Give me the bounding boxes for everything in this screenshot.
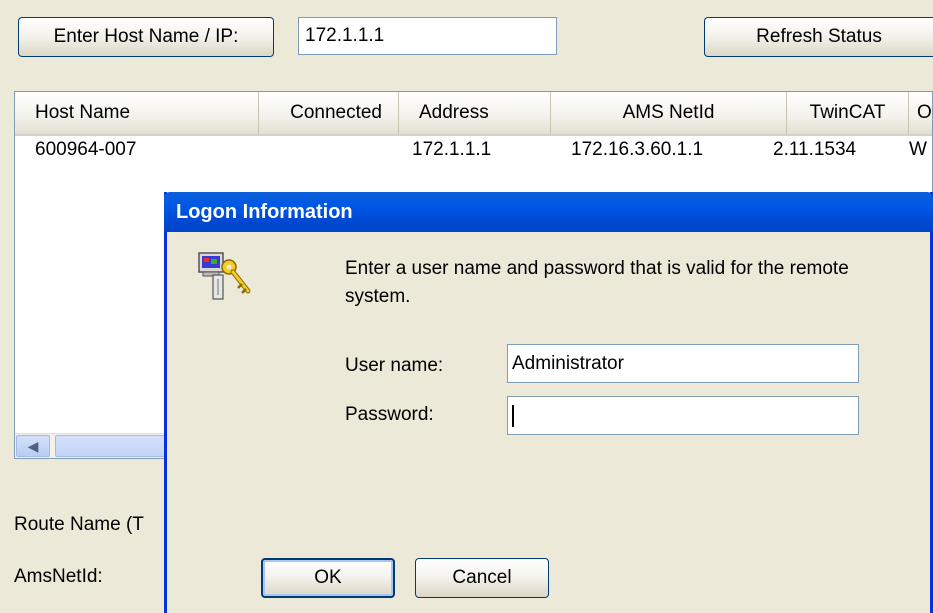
- password-input[interactable]: [507, 396, 859, 435]
- password-label: Password:: [345, 404, 434, 425]
- key-login-icon: [193, 247, 255, 305]
- username-label: User name:: [345, 355, 444, 376]
- route-name-label: Route Name (T: [14, 514, 144, 535]
- cell-ams-netid: 172.16.3.60.1.1: [571, 139, 704, 160]
- enter-host-button[interactable]: Enter Host Name / IP:: [18, 17, 274, 57]
- ok-button[interactable]: OK: [261, 558, 395, 598]
- logon-dialog: Logon Information Enter a user name and …: [164, 192, 933, 613]
- column-address[interactable]: Address: [399, 92, 551, 136]
- dialog-title: Logon Information: [164, 192, 933, 232]
- cancel-button[interactable]: Cancel: [415, 558, 549, 598]
- refresh-status-button[interactable]: Refresh Status: [704, 17, 933, 57]
- username-input[interactable]: Administrator: [507, 344, 859, 383]
- column-twincat[interactable]: TwinCAT: [787, 92, 909, 136]
- column-host-name[interactable]: Host Name: [15, 92, 259, 136]
- cell-host-name: 600964-007: [35, 139, 137, 160]
- text-cursor: [512, 404, 514, 427]
- cell-os: W: [909, 139, 927, 160]
- amsnetid-label: AmsNetId:: [14, 566, 103, 587]
- column-connected[interactable]: Connected: [259, 92, 399, 136]
- dialog-message: Enter a user name and password that is v…: [345, 258, 849, 307]
- cell-address: 172.1.1.1: [412, 139, 492, 160]
- host-ip-input[interactable]: 172.1.1.1: [298, 17, 557, 55]
- host-list-header: Host Name Connected Address AMS NetId Tw…: [15, 92, 932, 136]
- scroll-left-icon[interactable]: ◀: [16, 435, 50, 457]
- username-value: Administrator: [512, 352, 624, 374]
- cell-twincat: 2.11.1534: [773, 139, 857, 160]
- column-os[interactable]: O: [909, 92, 932, 136]
- column-ams-netid[interactable]: AMS NetId: [551, 92, 787, 136]
- host-ip-value: 172.1.1.1: [305, 25, 385, 46]
